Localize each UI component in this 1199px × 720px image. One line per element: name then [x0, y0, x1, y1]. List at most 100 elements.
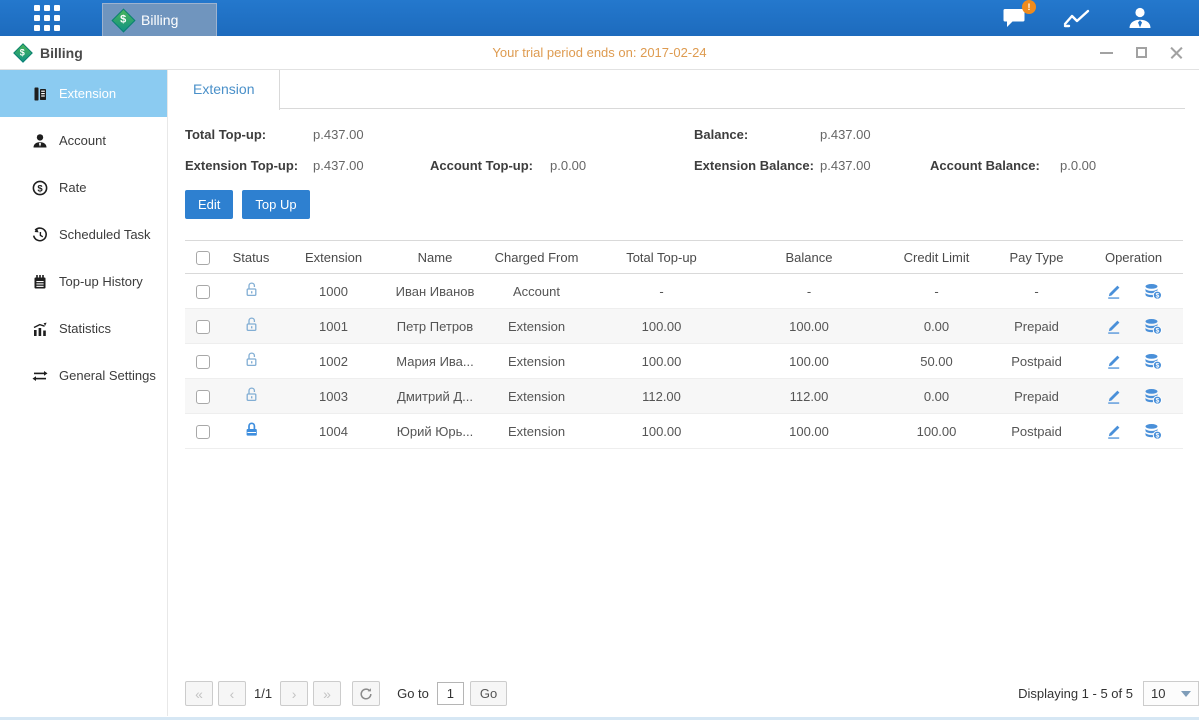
- last-page-button[interactable]: »: [313, 681, 341, 706]
- summary-label: Account Top-up:: [430, 155, 550, 177]
- lock-open-icon[interactable]: [243, 316, 260, 333]
- lock-closed-icon[interactable]: [243, 421, 260, 438]
- cell-charged-from: Extension: [484, 379, 589, 414]
- minimize-button[interactable]: [1100, 52, 1113, 54]
- edit-pencil-icon[interactable]: [1105, 423, 1122, 440]
- summary-label: Extension Top-up:: [185, 155, 313, 177]
- topup-coins-icon[interactable]: $: [1144, 283, 1162, 300]
- edit-pencil-icon[interactable]: [1105, 388, 1122, 405]
- sidebar-item-extension[interactable]: Extension: [0, 70, 167, 117]
- cell-balance: 100.00: [734, 309, 884, 344]
- cell-name: Мария Ива...: [386, 344, 484, 379]
- summary-value: p.0.00: [1060, 155, 1185, 177]
- prev-page-button[interactable]: ‹: [218, 681, 246, 706]
- cell-balance: 100.00: [734, 344, 884, 379]
- col-name: Name: [386, 241, 484, 274]
- sidebar-item-topup-history[interactable]: Top-up History: [0, 258, 167, 305]
- sidebar-item-general-settings[interactable]: General Settings: [0, 352, 167, 399]
- edit-pencil-icon[interactable]: [1105, 318, 1122, 335]
- billing-app-icon: $: [13, 43, 33, 63]
- sidebar-item-label: General Settings: [59, 368, 156, 383]
- sidebar-item-scheduled-task[interactable]: Scheduled Task: [0, 211, 167, 258]
- row-checkbox[interactable]: [196, 390, 210, 404]
- sidebar-item-statistics[interactable]: Statistics: [0, 305, 167, 352]
- cell-pay-type: Postpaid: [989, 344, 1084, 379]
- edit-pencil-icon[interactable]: [1105, 283, 1122, 300]
- cell-extension: 1000: [281, 274, 386, 309]
- window-titlebar: $ Billing Your trial period ends on: 201…: [0, 36, 1199, 70]
- summary-label: Extension Balance:: [694, 155, 820, 177]
- close-button[interactable]: [1170, 46, 1183, 59]
- topbar-billing-tab[interactable]: $ Billing: [102, 3, 217, 36]
- main-panel: Extension Total Top-up: p.437.00 Balance…: [168, 70, 1199, 716]
- account-icon: [32, 133, 48, 149]
- page-size-dropdown[interactable]: 10: [1143, 681, 1199, 706]
- extension-icon: [32, 86, 48, 102]
- col-balance: Balance: [734, 241, 884, 274]
- sidebar-item-label: Account: [59, 133, 106, 148]
- extensions-table: Status Extension Name Charged From Total…: [185, 240, 1183, 449]
- cell-pay-type: Postpaid: [989, 414, 1084, 449]
- summary-value: p.437.00: [313, 124, 430, 146]
- svg-text:$: $: [1156, 292, 1160, 299]
- svg-text:$: $: [1156, 327, 1160, 334]
- table-row: 1003 Дмитрий Д... Extension 112.00 112.0…: [185, 379, 1183, 414]
- edit-pencil-icon[interactable]: [1105, 353, 1122, 370]
- scheduled-task-icon: [32, 227, 48, 243]
- topup-coins-icon[interactable]: $: [1144, 318, 1162, 335]
- summary-value: p.437.00: [313, 155, 430, 177]
- dollar-diamond-icon: $: [111, 8, 135, 32]
- cell-charged-from: Extension: [484, 344, 589, 379]
- messages-icon[interactable]: !: [1003, 7, 1027, 29]
- topup-coins-icon[interactable]: $: [1144, 423, 1162, 440]
- svg-text:$: $: [1156, 397, 1160, 404]
- cell-balance: 100.00: [734, 414, 884, 449]
- next-page-button[interactable]: ›: [280, 681, 308, 706]
- cell-pay-type: Prepaid: [989, 379, 1084, 414]
- cell-name: Петр Петров: [386, 309, 484, 344]
- table-header-row: Status Extension Name Charged From Total…: [185, 241, 1183, 274]
- tab-extension[interactable]: Extension: [168, 70, 280, 110]
- row-checkbox[interactable]: [196, 320, 210, 334]
- cell-credit-limit: -: [884, 274, 989, 309]
- cell-total-topup: 112.00: [589, 379, 734, 414]
- refresh-button[interactable]: [352, 681, 380, 706]
- cell-extension: 1003: [281, 379, 386, 414]
- rate-icon: $: [32, 180, 48, 196]
- table-row: 1001 Петр Петров Extension 100.00 100.00…: [185, 309, 1183, 344]
- trends-icon[interactable]: [1063, 7, 1091, 29]
- row-checkbox[interactable]: [196, 355, 210, 369]
- edit-button[interactable]: Edit: [185, 190, 233, 219]
- summary-label: Balance:: [694, 124, 820, 146]
- go-button[interactable]: Go: [470, 681, 507, 706]
- svg-text:$: $: [1156, 432, 1160, 439]
- select-all-checkbox[interactable]: [196, 251, 210, 265]
- user-icon[interactable]: [1127, 5, 1153, 31]
- top-up-button[interactable]: Top Up: [242, 190, 309, 219]
- maximize-button[interactable]: [1136, 47, 1147, 58]
- sidebar-item-rate[interactable]: $ Rate: [0, 164, 167, 211]
- cell-credit-limit: 50.00: [884, 344, 989, 379]
- row-checkbox[interactable]: [196, 285, 210, 299]
- table-row: 1000 Иван Иванов Account - - - - $: [185, 274, 1183, 309]
- first-page-button[interactable]: «: [185, 681, 213, 706]
- topup-coins-icon[interactable]: $: [1144, 353, 1162, 370]
- sidebar-item-label: Extension: [59, 86, 116, 101]
- lock-open-icon[interactable]: [243, 281, 260, 298]
- goto-page-input[interactable]: [437, 682, 464, 705]
- lock-open-icon[interactable]: [243, 351, 260, 368]
- sidebar-item-account[interactable]: Account: [0, 117, 167, 164]
- cell-extension: 1004: [281, 414, 386, 449]
- displaying-text: Displaying 1 - 5 of 5: [1018, 686, 1133, 701]
- summary-value: p.437.00: [820, 155, 930, 177]
- row-checkbox[interactable]: [196, 425, 210, 439]
- topup-coins-icon[interactable]: $: [1144, 388, 1162, 405]
- col-operation: Operation: [1084, 241, 1183, 274]
- page-size-value: 10: [1151, 686, 1165, 701]
- lock-open-icon[interactable]: [243, 386, 260, 403]
- cell-extension: 1001: [281, 309, 386, 344]
- app-grid-icon[interactable]: [34, 5, 60, 31]
- cell-balance: 112.00: [734, 379, 884, 414]
- svg-text:$: $: [37, 183, 43, 194]
- svg-text:$: $: [1156, 362, 1160, 369]
